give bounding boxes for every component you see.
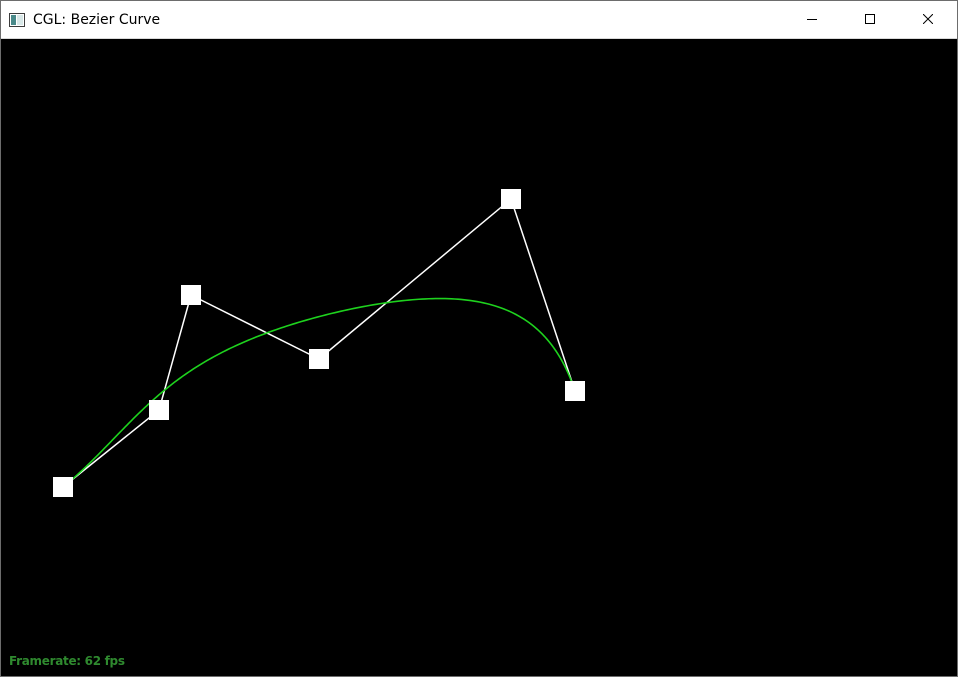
control-polygon-segment (510, 198, 576, 392)
window-controls (783, 1, 957, 38)
title-bar[interactable]: CGL: Bezier Curve (1, 1, 957, 39)
control-point-handle[interactable] (53, 477, 73, 497)
minimize-button[interactable] (783, 1, 841, 38)
maximize-button[interactable] (841, 1, 899, 38)
control-points (53, 189, 585, 497)
close-button[interactable] (899, 1, 957, 38)
control-point-handle[interactable] (309, 349, 329, 369)
app-window: CGL: Bezier Curve Framerate: 62 fps (0, 0, 958, 677)
close-icon (922, 11, 934, 29)
control-point-handle[interactable] (181, 285, 201, 305)
control-point-handle[interactable] (565, 381, 585, 401)
render-canvas[interactable]: Framerate: 62 fps (1, 39, 957, 676)
control-point-handle[interactable] (149, 400, 169, 420)
control-polygon-segment (318, 198, 512, 360)
bezier-scene (53, 189, 585, 497)
control-point-handle[interactable] (501, 189, 521, 209)
window-title: CGL: Bezier Curve (33, 11, 161, 28)
control-polygon-segment (158, 294, 192, 411)
app-window-icon (9, 12, 25, 28)
bezier-curve-path (62, 297, 576, 488)
control-polygon-segment (190, 294, 320, 360)
framerate-label: Framerate: 62 fps (9, 654, 125, 668)
minimize-icon (807, 11, 817, 29)
maximize-icon (865, 11, 875, 29)
control-polygon (62, 198, 576, 488)
bezier-curve (62, 297, 576, 488)
